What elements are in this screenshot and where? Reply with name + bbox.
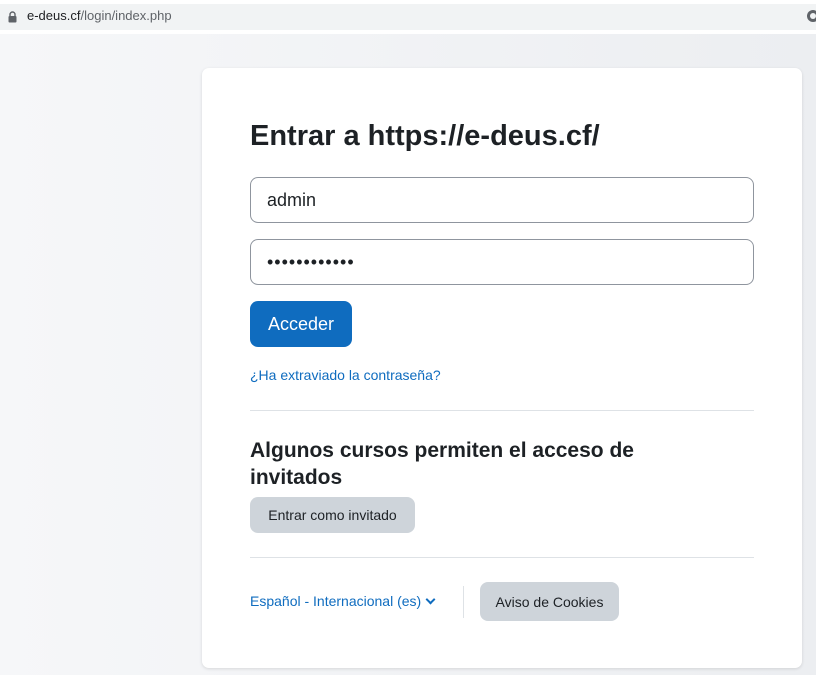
url-path: /login/index.php xyxy=(80,8,172,23)
lock-icon[interactable] xyxy=(8,11,17,23)
password-field[interactable] xyxy=(250,239,754,285)
page-title: Entrar a https://e-deus.cf/ xyxy=(250,120,600,152)
cookies-notice-button[interactable]: Aviso de Cookies xyxy=(480,582,619,621)
browser-address-bar: e-deus.cf/login/index.php xyxy=(0,0,816,34)
close-icon[interactable] xyxy=(807,10,816,22)
vertical-divider xyxy=(463,586,464,618)
guest-access-heading: Algunos cursos permiten el acceso de inv… xyxy=(250,439,634,489)
language-menu[interactable]: Español - Internacional (es) xyxy=(250,593,436,609)
url-host: e-deus.cf xyxy=(27,8,81,23)
chevron-down-icon xyxy=(425,594,436,605)
guest-login-button[interactable]: Entrar como invitado xyxy=(250,497,415,533)
username-field[interactable] xyxy=(250,177,754,223)
login-card: Entrar a https://e-deus.cf/ Acceder ¿Ha … xyxy=(202,68,802,668)
forgot-password-link[interactable]: ¿Ha extraviado la contraseña? xyxy=(250,367,441,383)
url-text[interactable]: e-deus.cf/login/index.php xyxy=(27,8,172,23)
divider xyxy=(250,410,754,411)
page-background: Entrar a https://e-deus.cf/ Acceder ¿Ha … xyxy=(0,34,816,675)
divider xyxy=(250,557,754,558)
login-button[interactable]: Acceder xyxy=(250,301,352,347)
language-label: Español - Internacional (es) xyxy=(250,593,422,609)
